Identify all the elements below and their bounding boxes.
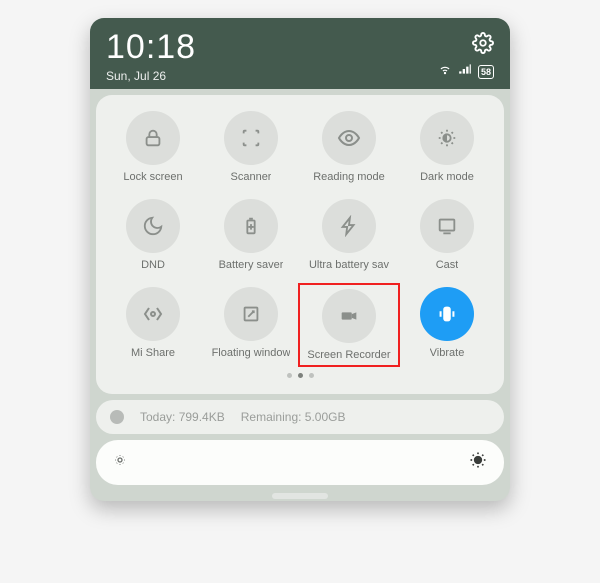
tile-mi-share[interactable]: Mi Share — [106, 287, 200, 363]
signal-icon — [458, 62, 472, 81]
tile-vibrate[interactable]: Vibrate — [400, 287, 494, 363]
quick-settings-grid: Lock screen Scanner Reading mode Dark mo… — [106, 111, 494, 363]
tile-reading-mode[interactable]: Reading mode — [302, 111, 396, 183]
tile-floating-window[interactable]: Floating window — [204, 287, 298, 363]
settings-gear-icon[interactable] — [472, 32, 494, 59]
page-dot — [309, 373, 314, 378]
brightness-low-icon — [112, 452, 128, 473]
tile-label: Floating window — [212, 347, 291, 359]
brightness-high-icon — [468, 450, 488, 475]
tile-label: Battery saver — [219, 259, 284, 271]
tile-scanner[interactable]: Scanner — [204, 111, 298, 183]
tile-ultra-battery-saver[interactable]: Ultra battery sav — [302, 199, 396, 271]
floating-window-icon — [224, 287, 278, 341]
brightness-slider[interactable] — [96, 440, 504, 485]
lock-icon — [126, 111, 180, 165]
eye-icon — [322, 111, 376, 165]
dark-mode-icon — [420, 111, 474, 165]
tile-label: Dark mode — [420, 171, 474, 183]
cast-icon — [420, 199, 474, 253]
usage-remaining: Remaining: 5.00GB — [241, 410, 346, 424]
tile-label: DND — [141, 259, 165, 271]
tile-lock-screen[interactable]: Lock screen — [106, 111, 200, 183]
phone-frame: 10:18 Sun, Jul 26 58 Lock screen — [90, 18, 510, 501]
moon-icon — [126, 199, 180, 253]
tile-label: Mi Share — [131, 347, 175, 359]
tile-label: Screen Recorder — [307, 349, 390, 361]
clock-date: Sun, Jul 26 — [106, 69, 494, 83]
tile-label: Lock screen — [123, 171, 182, 183]
tile-label: Cast — [436, 259, 459, 271]
page-indicator — [106, 373, 494, 378]
tile-battery-saver[interactable]: Battery saver — [204, 199, 298, 271]
usage-dot-icon — [110, 410, 124, 424]
bolt-icon — [322, 199, 376, 253]
status-indicators: 58 — [438, 62, 494, 81]
usage-today: Today: 799.4KB — [140, 410, 225, 424]
vibrate-icon — [420, 287, 474, 341]
tile-dark-mode[interactable]: Dark mode — [400, 111, 494, 183]
clock-time: 10:18 — [106, 28, 494, 67]
page-dot-active — [298, 373, 303, 378]
tile-label: Ultra battery sav — [309, 259, 389, 271]
data-usage-bar[interactable]: Today: 799.4KB Remaining: 5.00GB — [96, 400, 504, 434]
status-bar: 10:18 Sun, Jul 26 58 — [90, 18, 510, 89]
tile-screen-recorder[interactable]: Screen Recorder — [298, 283, 400, 367]
page-dot — [287, 373, 292, 378]
tile-label: Vibrate — [430, 347, 465, 359]
wifi-icon — [438, 62, 452, 81]
video-camera-icon — [322, 289, 376, 343]
quick-settings-panel: Lock screen Scanner Reading mode Dark mo… — [96, 95, 504, 394]
tile-label: Reading mode — [313, 171, 385, 183]
battery-indicator: 58 — [478, 65, 494, 79]
tile-dnd[interactable]: DND — [106, 199, 200, 271]
home-indicator — [272, 493, 328, 499]
battery-plus-icon — [224, 199, 278, 253]
tile-cast[interactable]: Cast — [400, 199, 494, 271]
tile-label: Scanner — [231, 171, 272, 183]
scanner-icon — [224, 111, 278, 165]
mishare-icon — [126, 287, 180, 341]
